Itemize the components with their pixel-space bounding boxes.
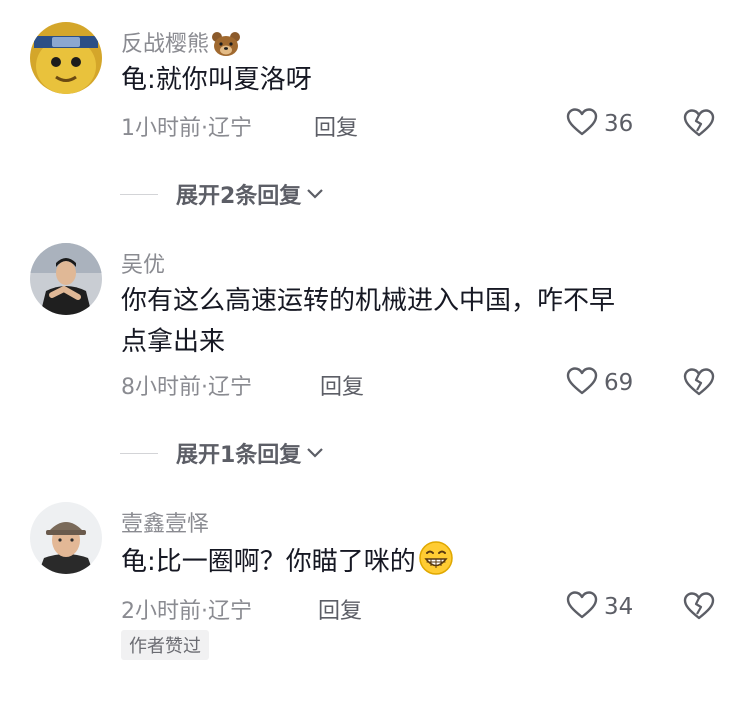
reply-button[interactable]: 回复 [314, 110, 358, 142]
reply-button[interactable]: 回复 [318, 593, 362, 625]
divider [120, 193, 158, 195]
broken-heart-icon [683, 109, 715, 143]
comment-meta: 1小时前·辽宁 [121, 116, 252, 141]
comment-text: 龟:比一圈啊？你瞄了咪的 [121, 540, 711, 589]
username[interactable]: 吴优 [121, 247, 165, 279]
avatar[interactable] [30, 243, 102, 315]
bear-emoji-icon [211, 31, 241, 63]
comment-text: 龟:就你叫夏洛呀 [121, 65, 312, 95]
broken-heart-icon [683, 368, 715, 402]
expand-replies-button[interactable]: 展开2条回复 [120, 178, 324, 210]
expand-replies-label: 展开1条回复 [176, 443, 302, 468]
like-count: 69 [604, 370, 634, 396]
expand-replies-label: 展开2条回复 [176, 184, 302, 209]
like-button[interactable]: 69 [566, 366, 633, 400]
dislike-button[interactable] [683, 590, 715, 622]
username[interactable]: 反战樱熊 [121, 26, 241, 63]
divider [120, 452, 158, 454]
comment-meta: 2小时前·辽宁 [121, 599, 252, 624]
username[interactable]: 壹鑫壹怿 [121, 506, 209, 538]
heart-icon [566, 590, 598, 624]
heart-icon [566, 107, 598, 141]
chevron-down-icon [301, 444, 324, 463]
broken-heart-icon [683, 592, 715, 626]
expand-replies-button[interactable]: 展开1条回复 [120, 437, 324, 469]
grinning-face-icon [418, 540, 454, 589]
dislike-button[interactable] [683, 107, 715, 139]
chevron-down-icon [301, 185, 324, 204]
author-liked-badge: 作者赞过 [121, 630, 209, 660]
comment-text-line: 点拿出来 [121, 327, 226, 357]
comment-text-line: 你有这么高速运转的机械进入中国，咋不早 [121, 286, 616, 316]
avatar[interactable] [30, 502, 102, 574]
avatar[interactable] [30, 22, 102, 94]
comment-text: 你有这么高速运转的机械进入中国，咋不早 点拿出来 [121, 281, 711, 363]
heart-icon [566, 366, 598, 400]
like-count: 34 [604, 594, 634, 620]
dislike-button[interactable] [683, 366, 715, 398]
reply-button[interactable]: 回复 [320, 369, 364, 401]
like-button[interactable]: 34 [566, 590, 633, 624]
like-count: 36 [604, 111, 634, 137]
like-button[interactable]: 36 [566, 107, 633, 141]
comment-meta: 8小时前·辽宁 [121, 375, 252, 400]
